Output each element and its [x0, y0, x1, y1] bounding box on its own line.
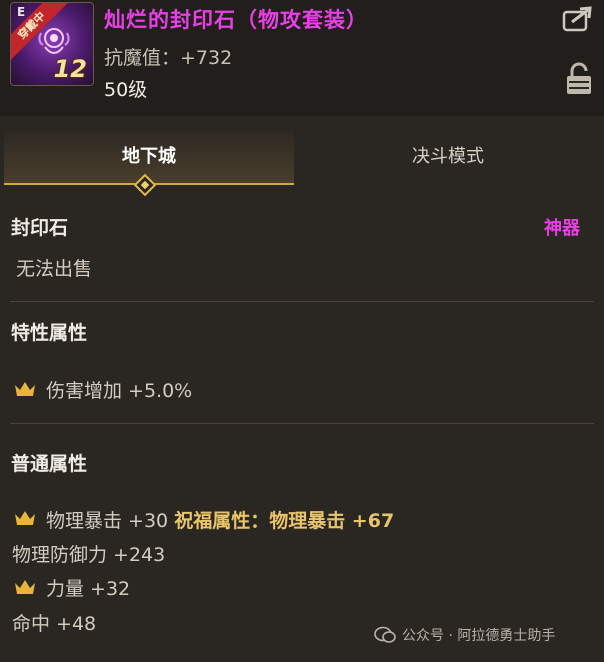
attr-line-text: 物理暴击 +30	[46, 510, 169, 532]
item-name: 灿烂的封印石（物攻套装）	[104, 8, 368, 32]
section-divider	[10, 423, 594, 424]
special-attr-line: 伤害增加 +5.0%	[46, 380, 193, 402]
item-level-badge: 12	[53, 55, 87, 83]
resist-value: 抗魔值：+732	[104, 47, 233, 69]
section-divider	[10, 301, 594, 302]
attr-line: 物理防御力 +243	[12, 544, 166, 566]
item-grade-label: E	[17, 5, 26, 19]
watermark: 公众号 · 阿拉德勇士助手	[374, 625, 555, 645]
level-requirement: 50级	[104, 79, 148, 101]
blessing-attr: 祝福属性：物理暴击 +67	[174, 510, 395, 532]
crown-icon	[15, 511, 35, 525]
mode-tabs: 地下城 决斗模式	[0, 131, 604, 185]
special-attr-title: 特性属性	[11, 322, 88, 344]
attr-line: 力量 +32	[46, 578, 131, 600]
share-icon[interactable]	[562, 6, 594, 32]
crown-icon	[15, 580, 35, 594]
lock-icon[interactable]	[566, 62, 592, 96]
tab-pvp[interactable]: 决斗模式	[296, 131, 600, 183]
normal-attr-title: 普通属性	[11, 453, 88, 475]
crown-icon	[15, 382, 35, 396]
item-type: 封印石	[11, 217, 69, 239]
attr-line: 物理暴击 +30 祝福属性：物理暴击 +67	[46, 506, 394, 533]
item-icon[interactable]: E 穿戴中 12	[10, 2, 94, 86]
attr-line: 命中 +48	[12, 613, 97, 635]
gem-emblem-icon	[38, 28, 70, 54]
wechat-icon	[374, 626, 396, 643]
watermark-text: 公众号 · 阿拉德勇士助手	[402, 628, 556, 644]
trade-restriction: 无法出售	[16, 258, 93, 280]
rarity-label: 神器	[544, 218, 580, 239]
